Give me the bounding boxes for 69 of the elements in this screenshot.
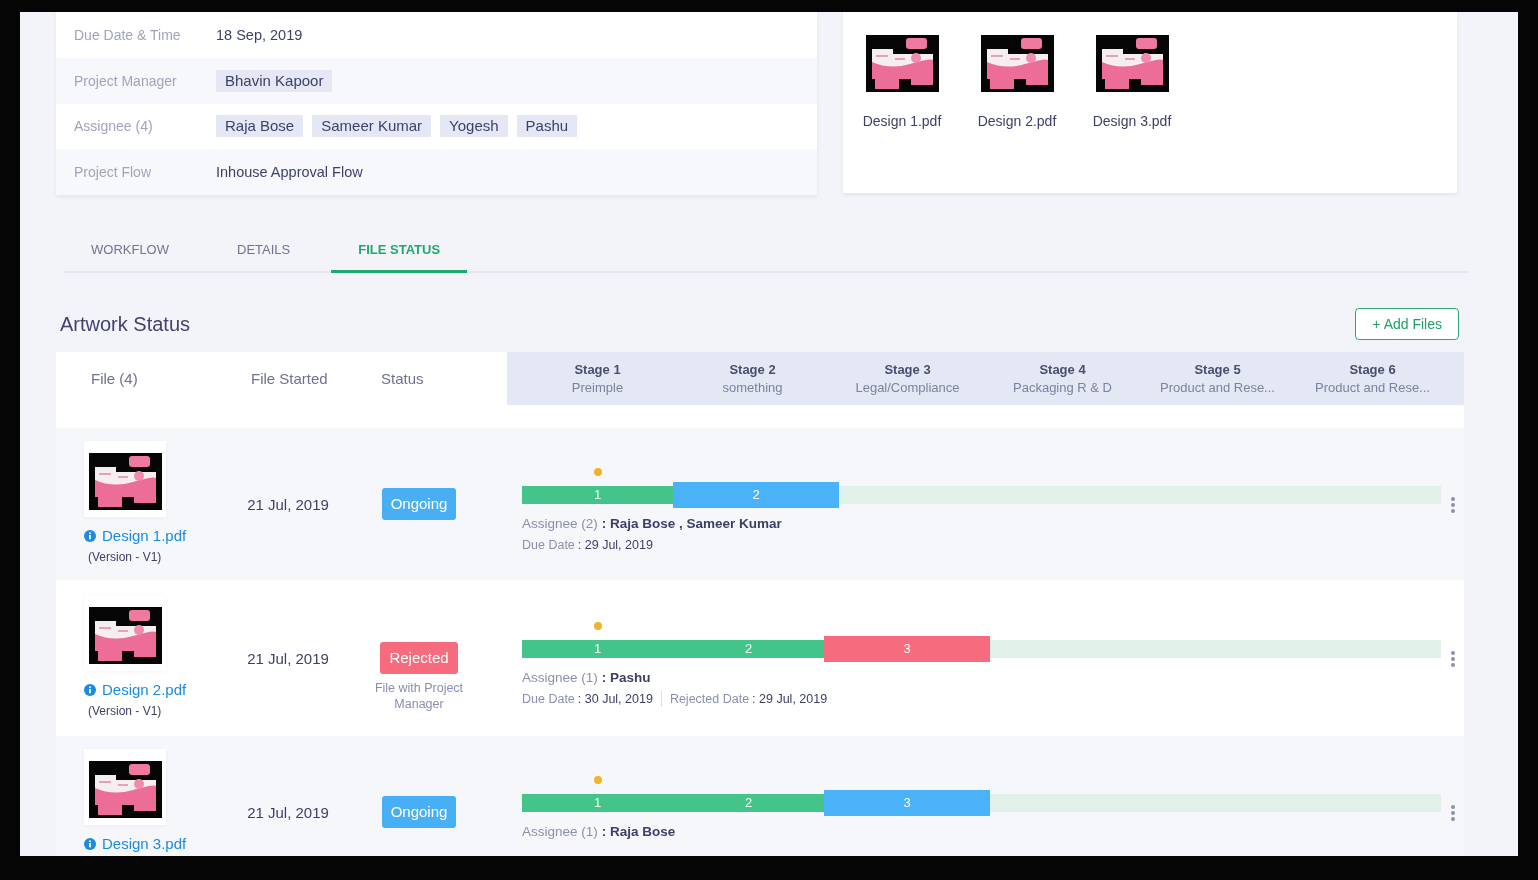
status-badge: Ongoing [381,796,457,828]
info-icon[interactable] [84,530,96,542]
assignee-line: Assignee (2) : Raja Bose , Sameer Kumar [522,515,782,533]
field-value: 18 Sep, 2019 [216,26,303,43]
add-files-button[interactable]: + Add Files [1355,308,1459,340]
person-tag: Pashu [516,115,578,138]
date-line: Rejected Date : 29 Jul, 2019 [660,691,828,707]
stage-name: Stage 5 [1194,360,1241,379]
version-text: (Version - V1) [88,549,162,566]
marker-dot-icon [593,776,602,784]
status-badge: Rejected [380,642,458,674]
stage-name: Stage 2 [729,360,776,379]
stage-name: Stage 6 [1349,360,1396,379]
tab[interactable]: DETAILS [210,229,318,273]
stage-subtitle: Preimple [571,378,624,397]
stage-subtitle: Product and Rese... [1315,378,1430,397]
info-icon[interactable] [84,838,96,850]
column-header: Status [381,369,424,387]
marker-dot-icon [593,622,602,630]
person-tag: Raja Bose [216,115,304,138]
stage-bar: 1 [522,794,673,812]
field-label: Project Flow [74,164,153,181]
field-value: Inhouse Approval Flow [216,164,363,181]
more-menu-icon[interactable] [1450,805,1455,821]
file-link[interactable]: Design 2.pdf [102,680,187,700]
tab[interactable]: FILE STATUS [331,229,468,273]
stage-subtitle: Packaging R & D [1013,378,1112,397]
stage-subtitle: Product and Rese... [1160,378,1275,397]
column-header: File Started [251,369,328,387]
more-menu-icon[interactable] [1450,651,1455,667]
stage-name: Stage 4 [1039,360,1086,379]
field-label: Assignee (4) [74,118,154,135]
stage-name: Stage 1 [574,360,621,379]
stage-bar: 3 [824,636,990,662]
assignee-line: Assignee (1) : Raja Bose [522,823,676,841]
section-title: Artwork Status [60,312,191,336]
person-tag: Bhavin Kapoor [216,69,333,92]
stage-bar: 1 [522,486,673,504]
stage-bar: 3 [824,790,990,816]
start-date: 21 Jul, 2019 [247,650,329,667]
stage-subtitle: something [722,378,783,397]
field-label: Due Date & Time [74,26,182,43]
version-text: (Version - V1) [88,703,162,720]
file-name[interactable]: Design 2.pdf [977,111,1057,131]
marker-dot-icon [593,468,602,476]
file-link[interactable]: Design 1.pdf [102,526,187,546]
status-badge: Ongoing [381,488,457,520]
assignee-line: Assignee (1) : Pashu [522,669,651,687]
date-line: Due Date : 30 Jul, 2019 [522,691,653,707]
status-note: File with Project Manager [373,680,465,712]
tab[interactable]: WORKFLOW [64,229,196,273]
start-date: 21 Jul, 2019 [247,804,329,821]
info-icon[interactable] [84,684,96,696]
file-name[interactable]: Design 1.pdf [862,111,942,131]
stage-bar: 2 [673,482,839,508]
date-line: Due Date : 29 Jul, 2019 [522,537,653,553]
stage-bar: 2 [673,640,824,658]
stage-subtitle: Legal/Compliance [855,378,960,397]
more-menu-icon[interactable] [1450,497,1455,513]
file-link[interactable]: Design 3.pdf [102,834,187,854]
start-date: 21 Jul, 2019 [247,496,329,513]
field-label: Project Manager [74,72,178,89]
person-tag: Yogesh [440,115,508,138]
stage-name: Stage 3 [884,360,931,379]
column-header: File (4) [91,369,138,387]
stage-bar: 2 [673,794,824,812]
stage-bar: 1 [522,640,673,658]
file-name[interactable]: Design 3.pdf [1092,111,1172,131]
person-tag: Sameer Kumar [312,115,432,138]
